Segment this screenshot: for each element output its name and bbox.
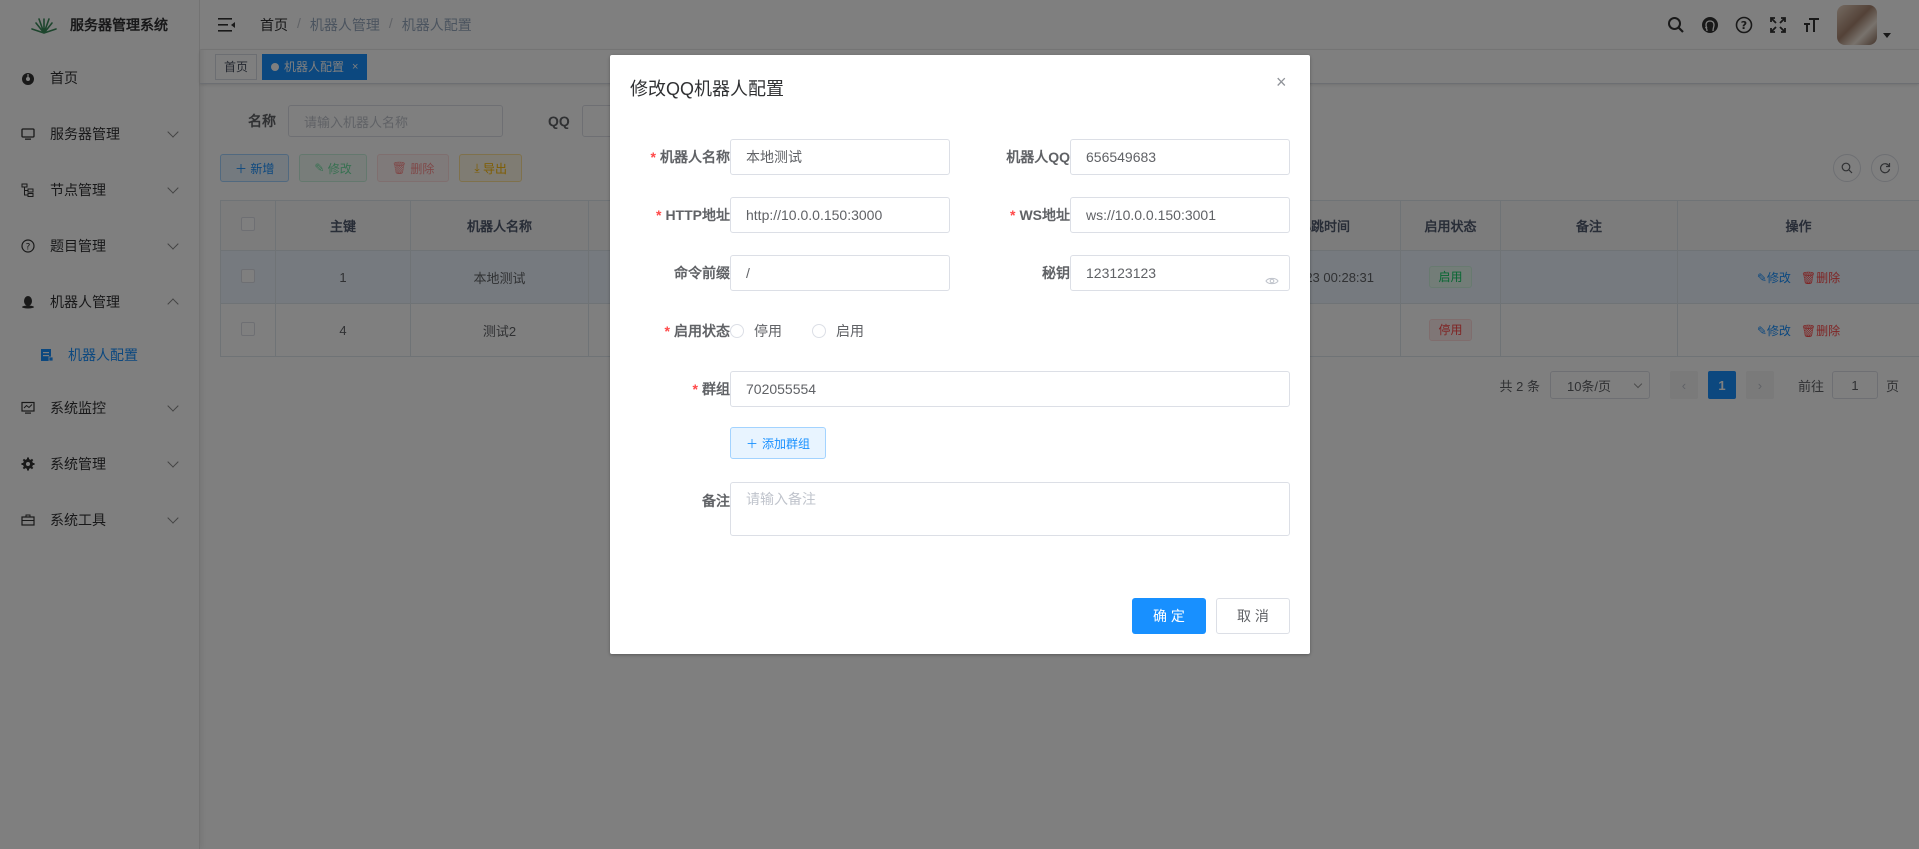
ws-address-label-text: WS地址	[1019, 207, 1070, 223]
group-input[interactable]: 702055554	[730, 371, 1290, 407]
eye-icon[interactable]	[1265, 266, 1279, 300]
robot-name-input[interactable]: 本地测试	[730, 139, 950, 175]
http-address-label-text: HTTP地址	[665, 207, 730, 223]
remark-label: 备注	[702, 493, 730, 509]
status-on-radio[interactable]	[812, 324, 826, 338]
robot-name-label: * 机器人名称	[650, 149, 730, 165]
robot-name-label-text: 机器人名称	[660, 149, 730, 165]
command-prefix-label: 命令前缀	[674, 265, 730, 281]
edit-robot-dialog: 修改QQ机器人配置 × * 机器人名称 本地测试 机器人QQ 656549683 …	[610, 55, 1310, 654]
add-group-button[interactable]: ＋ 添加群组	[730, 427, 827, 459]
remark-textarea[interactable]: 请输入备注	[730, 482, 1290, 536]
robot-qq-label: 机器人QQ	[1006, 149, 1070, 165]
ws-address-label: * WS地址	[1009, 207, 1070, 223]
add-group-label: 添加群组	[762, 436, 811, 451]
secret-value: 123123123	[1086, 265, 1157, 281]
robot-qq-input[interactable]: 656549683	[1070, 139, 1290, 175]
http-address-label: * HTTP地址	[655, 207, 730, 223]
status-label: * 启用状态	[664, 323, 730, 339]
ws-address-input[interactable]: ws://10.0.0.150:3001	[1070, 197, 1290, 233]
close-icon[interactable]: ×	[1276, 73, 1290, 91]
status-off-radio[interactable]	[730, 324, 744, 338]
group-label-text: 群组	[702, 381, 730, 397]
confirm-button[interactable]: 确 定	[1132, 598, 1206, 634]
secret-label: 秘钥	[1042, 265, 1070, 281]
secret-input[interactable]: 123123123	[1070, 255, 1290, 291]
plus-icon: ＋	[746, 436, 759, 451]
cancel-button[interactable]: 取 消	[1216, 598, 1290, 634]
status-radio-group: 停用 启用	[730, 313, 864, 349]
http-address-input[interactable]: http://10.0.0.150:3000	[730, 197, 950, 233]
status-on-label[interactable]: 启用	[836, 321, 864, 341]
group-label: * 群组	[692, 381, 730, 397]
command-prefix-input[interactable]: /	[730, 255, 950, 291]
status-label-text: 启用状态	[674, 323, 730, 339]
dialog-title: 修改QQ机器人配置	[630, 79, 785, 99]
status-off-label[interactable]: 停用	[754, 321, 782, 341]
